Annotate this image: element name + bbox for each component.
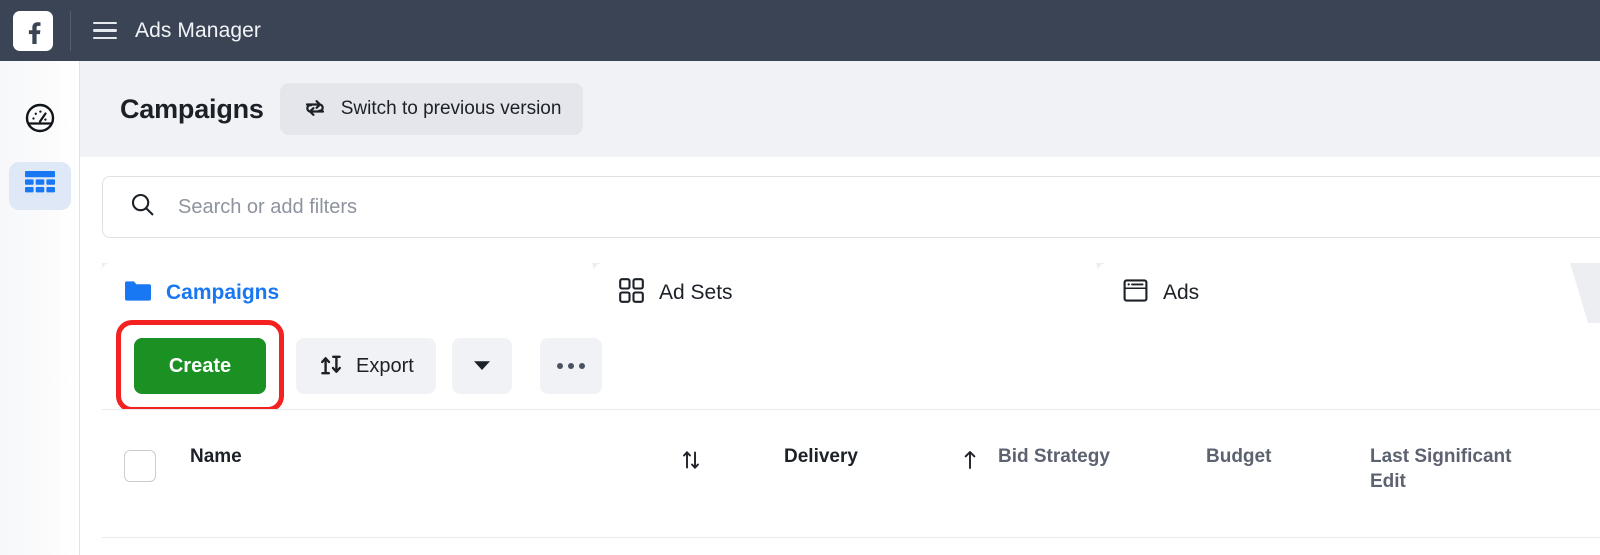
sidebar-item-campaigns-table[interactable] <box>8 162 71 210</box>
sort-up-icon[interactable] <box>960 448 980 477</box>
tab-ad-sets[interactable]: Ad Sets <box>594 263 1084 323</box>
column-header-name[interactable]: Name <box>190 444 242 469</box>
left-sidebar <box>0 61 80 555</box>
grid-2x2-icon <box>618 277 645 309</box>
export-dropdown-button[interactable] <box>451 338 512 394</box>
more-options-button[interactable] <box>539 338 602 394</box>
search-bar[interactable]: Search or add filters <box>102 176 1600 238</box>
app-title: Ads Manager <box>135 18 262 42</box>
entity-tabs: Campaigns Ad Sets Ads <box>102 263 1600 323</box>
sort-updown-icon[interactable] <box>680 448 702 477</box>
create-button[interactable]: Create <box>134 338 266 394</box>
chevron-down-icon <box>472 358 492 375</box>
table-grid-icon <box>23 169 57 204</box>
create-button-group: Create <box>116 320 284 412</box>
tab-ads-label: Ads <box>1163 281 1200 304</box>
tab-ad-sets-label: Ad Sets <box>659 281 733 304</box>
switch-to-previous-version-button[interactable]: Switch to previous version <box>279 83 584 135</box>
folder-icon <box>124 279 152 308</box>
page-header: Campaigns Switch to previous version <box>80 61 1600 157</box>
switch-button-label: Switch to previous version <box>340 98 562 119</box>
tab-campaigns-label: Campaigns <box>166 281 280 304</box>
sidebar-item-performance[interactable] <box>9 96 71 144</box>
ads-manager-window: Ads Manager Campaigns Switch to previous… <box>0 0 1600 555</box>
column-header-delivery[interactable]: Delivery <box>784 444 858 469</box>
tab-ads[interactable]: Ads <box>1098 263 1558 323</box>
topbar-divider <box>70 10 71 51</box>
column-header-last-significant-edit[interactable]: Last Significant Edit <box>1370 444 1545 495</box>
swap-arrows-icon <box>302 95 328 124</box>
campaigns-table-header: Name Delivery Bid Strategy Budget Last S… <box>102 409 1600 555</box>
speedometer-icon <box>24 102 56 139</box>
page-title: Campaigns <box>120 93 264 124</box>
up-down-arrows-icon <box>318 352 344 381</box>
column-header-budget[interactable]: Budget <box>1206 444 1271 469</box>
tab-campaigns[interactable]: Campaigns <box>102 263 580 323</box>
table-header-divider <box>102 537 1600 538</box>
hamburger-menu-icon[interactable] <box>93 19 117 43</box>
window-icon <box>1122 277 1149 309</box>
column-header-bid-strategy[interactable]: Bid Strategy <box>998 444 1110 469</box>
table-toolbar: Create Export <box>102 320 1600 412</box>
search-icon <box>129 191 156 223</box>
export-button[interactable]: Export <box>296 338 436 394</box>
top-navigation-bar: Ads Manager <box>0 0 1600 61</box>
export-button-label: Export <box>356 354 414 377</box>
search-input[interactable]: Search or add filters <box>178 196 357 219</box>
facebook-logo-icon[interactable] <box>13 10 53 51</box>
select-all-checkbox[interactable] <box>124 450 156 482</box>
main-content: Campaigns Switch to previous version Sea… <box>80 61 1600 555</box>
ellipsis-icon <box>556 363 585 369</box>
